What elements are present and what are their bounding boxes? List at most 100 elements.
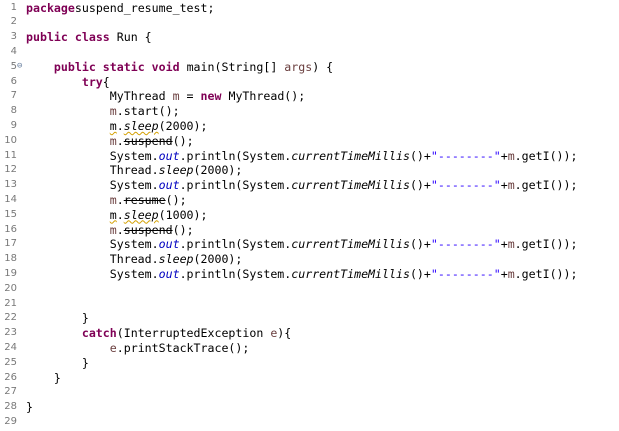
code-token: (2000);: [193, 163, 243, 178]
code-line[interactable]: 13 System.out.println(System.currentTime…: [0, 178, 619, 193]
code-token: System.: [26, 266, 159, 281]
code-text: e.printStackTrace();: [26, 340, 250, 356]
code-line[interactable]: 17 System.out.println(System.currentTime…: [0, 237, 619, 252]
code-token: suspend: [123, 222, 173, 237]
code-token: static: [102, 59, 145, 74]
code-token: suspend_resume_test;: [74, 0, 215, 15]
code-token: public: [26, 30, 68, 45]
code-token: ();: [165, 192, 187, 207]
code-line[interactable]: 27: [0, 385, 619, 400]
line-number: 5: [10, 60, 17, 72]
code-line[interactable]: 5 ⊖ public static void main(String[] args…: [0, 60, 619, 75]
line-number: 2: [10, 16, 17, 28]
code-text: }: [26, 356, 89, 371]
line-number: 27: [4, 386, 17, 398]
code-token: .: [116, 133, 124, 148]
code-token: currentTimeMillis: [291, 148, 410, 163]
code-token: .printStackTrace();: [116, 340, 250, 355]
code-line[interactable]: 22 }: [0, 311, 619, 326]
line-number: 13: [4, 179, 17, 191]
code-token: ){: [277, 326, 292, 341]
code-token: "--------": [430, 266, 501, 281]
code-token: +: [500, 148, 508, 163]
code-token: sleep: [123, 118, 159, 133]
code-token: m: [507, 266, 515, 281]
code-line[interactable]: 18 Thread.sleep(2000);: [0, 252, 619, 267]
code-line[interactable]: 15 m.sleep(1000);: [0, 208, 619, 223]
code-line[interactable]: 19 System.out.println(System.currentTime…: [0, 267, 619, 282]
code-line[interactable]: 4: [0, 45, 619, 60]
code-token: ()+: [409, 148, 431, 163]
code-token: ();: [172, 133, 194, 148]
code-line[interactable]: 28}: [0, 400, 619, 415]
code-line[interactable]: 6 try{: [0, 75, 619, 90]
code-line[interactable]: 25 }: [0, 356, 619, 371]
code-token: .: [116, 118, 124, 133]
code-line[interactable]: 9 m.sleep(2000);: [0, 119, 619, 134]
code-line[interactable]: 10 m.suspend();: [0, 134, 619, 149]
code-line[interactable]: 8 m.start();: [0, 104, 619, 119]
code-token: +: [500, 237, 508, 252]
code-text: System.out.println(System.currentTimeMil…: [26, 267, 578, 282]
code-token: (1000);: [158, 207, 208, 222]
code-line[interactable]: 21: [0, 297, 619, 312]
code-token: System.: [26, 148, 159, 163]
code-line[interactable]: 1 packagesuspend_resume_test;: [0, 1, 619, 16]
line-number: 28: [4, 401, 17, 413]
code-line[interactable]: 11 System.out.println(System.currentTime…: [0, 149, 619, 164]
code-line[interactable]: 3 public class Run {: [0, 30, 619, 45]
code-token: .println(System.: [179, 178, 292, 193]
code-text: System.out.println(System.currentTimeMil…: [26, 237, 578, 252]
code-text: Thread.sleep(2000);: [26, 163, 243, 178]
fold-collapse-icon[interactable]: ⊖: [17, 61, 26, 71]
code-line[interactable]: 26 }: [0, 371, 619, 386]
code-line[interactable]: 23 catch(InterruptedException e){: [0, 326, 619, 341]
code-token: .: [116, 192, 124, 207]
code-line[interactable]: 29: [0, 415, 619, 430]
line-number: 3: [10, 31, 17, 43]
code-token: Thread.: [26, 252, 159, 267]
code-text: m.sleep(1000);: [26, 208, 208, 223]
code-token: catch: [81, 326, 117, 341]
code-token: +: [500, 178, 508, 193]
code-line[interactable]: 24 e.printStackTrace();: [0, 341, 619, 356]
code-text: public static void main(String[] args) {: [26, 60, 333, 75]
line-number: 7: [10, 90, 17, 102]
code-token: e: [109, 340, 117, 355]
code-token: currentTimeMillis: [291, 178, 410, 193]
line-number: 25: [4, 356, 17, 368]
code-text: Thread.sleep(2000);: [26, 252, 243, 267]
line-number: 4: [10, 45, 17, 57]
code-token: out: [158, 148, 180, 163]
code-editor[interactable]: 1 packagesuspend_resume_test; 2 3 public cla…: [0, 0, 619, 431]
code-token: MyThread();: [221, 89, 306, 104]
code-line[interactable]: 2: [0, 15, 619, 30]
code-token: m: [109, 222, 117, 237]
code-token: currentTimeMillis: [291, 237, 410, 252]
line-number: 18: [4, 253, 17, 265]
code-line[interactable]: 14 m.resume();: [0, 193, 619, 208]
code-token: Run {: [109, 30, 152, 45]
code-token: m: [172, 89, 180, 104]
code-line[interactable]: 12 Thread.sleep(2000);: [0, 163, 619, 178]
code-text: MyThread m = new MyThread();: [26, 89, 306, 104]
code-token: ()+: [409, 266, 431, 281]
code-line[interactable]: 20: [0, 282, 619, 297]
code-text: try{: [26, 75, 110, 90]
code-token: .: [116, 207, 124, 222]
code-token: package: [26, 0, 75, 15]
code-text: public class Run {: [26, 30, 152, 45]
code-line[interactable]: 16 m.suspend();: [0, 223, 619, 238]
code-token: }: [26, 355, 89, 370]
code-token: .getI());: [514, 178, 578, 193]
code-token: ) {: [312, 59, 334, 74]
code-token: (2000);: [158, 118, 208, 133]
code-line[interactable]: 7 MyThread m = new MyThread();: [0, 89, 619, 104]
